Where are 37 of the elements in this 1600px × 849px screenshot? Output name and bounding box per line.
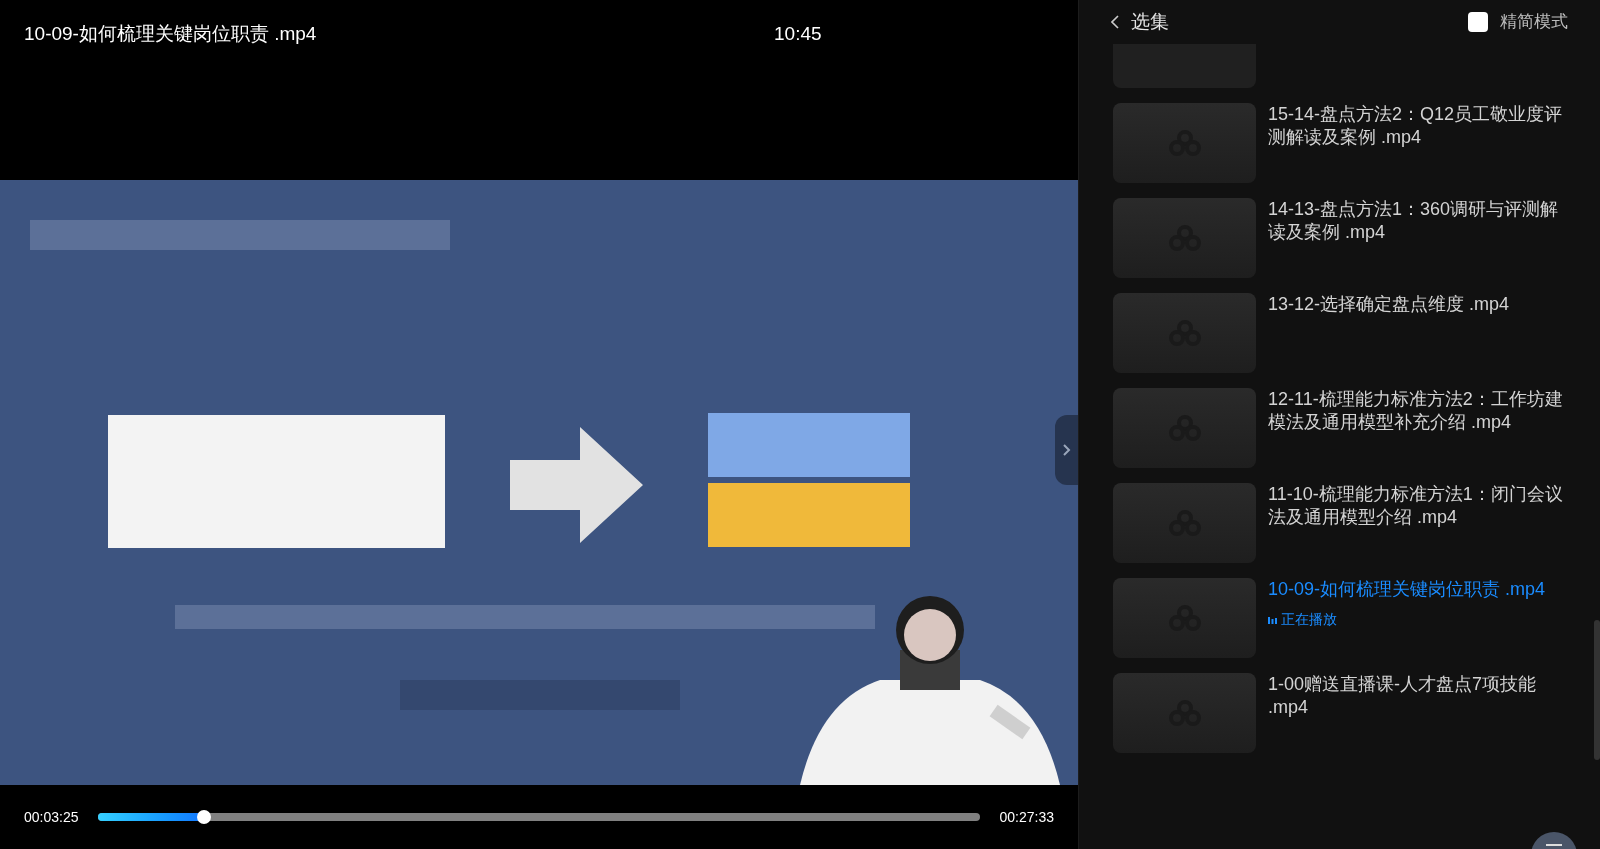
episode-item[interactable]: 11-10-梳理能力标准方法1：闭门会议法及通用模型介绍 .mp4 (1113, 483, 1576, 563)
video-thumbnail[interactable] (1113, 293, 1256, 373)
scrollbar[interactable] (1594, 620, 1600, 760)
episode-item[interactable]: 13-12-选择确定盘点维度 .mp4 (1113, 293, 1576, 373)
progress-thumb[interactable] (196, 810, 211, 824)
chevron-left-icon (1111, 15, 1119, 29)
checkbox[interactable] (1468, 12, 1488, 32)
video-thumbnail[interactable] (1113, 103, 1256, 183)
episode-title: 1-00赠送直播课-人才盘点7项技能 .mp4 (1268, 673, 1538, 719)
menu-icon (1546, 844, 1562, 847)
total-time: 00:27:33 (998, 808, 1054, 827)
episode-item[interactable]: 12-11-梳理能力标准方法2：工作坊建模法及通用模型补充介绍 .mp4 (1113, 388, 1576, 468)
episode-title: 15-14-盘点方法2：Q12员工敬业度评测解读及案例 .mp4 (1268, 103, 1564, 149)
video-thumbnail[interactable] (1113, 388, 1256, 468)
episode-item[interactable]: 15-14-盘点方法2：Q12员工敬业度评测解读及案例 .mp4 (1113, 103, 1576, 183)
back-button[interactable]: 选集 (1111, 7, 1169, 37)
episode-item[interactable]: 14-13-盘点方法1：360调研与评测解读及案例 .mp4 (1113, 198, 1576, 278)
now-playing-label: 正在播放 (1281, 610, 1337, 629)
playing-bars-icon (1268, 614, 1277, 624)
episode-title: 10-09-如何梳理关键岗位职责 .mp4 (1268, 578, 1546, 601)
elapsed-time: 00:03:25 (24, 808, 80, 827)
video-title: 10-09-如何梳理关键岗位职责 .mp4 (24, 22, 317, 46)
episode-item[interactable]: 10-09-如何梳理关键岗位职责 .mp4 正在播放 (1113, 578, 1576, 658)
progress-track[interactable] (98, 813, 980, 821)
episode-title: 12-11-梳理能力标准方法2：工作坊建模法及通用模型补充介绍 .mp4 (1268, 388, 1564, 434)
video-thumbnail[interactable] (1113, 483, 1256, 563)
episode-title: 14-13-盘点方法1：360调研与评测解读及案例 .mp4 (1268, 198, 1560, 244)
video-thumbnail[interactable] (1113, 673, 1256, 753)
checkbox-label: 精简模式 (1500, 11, 1568, 34)
episode-title: 11-10-梳理能力标准方法1：闭门会议法及通用模型介绍 .mp4 (1268, 483, 1564, 529)
episode-title: 13-12-选择确定盘点维度 .mp4 (1268, 293, 1510, 316)
clock-time: 10:45 (774, 22, 822, 46)
episode-item[interactable]: 1-00赠送直播课-人才盘点7项技能 .mp4 (1113, 673, 1576, 753)
video-thumbnail[interactable] (1113, 198, 1256, 278)
expand-sidebar-button[interactable] (1055, 415, 1078, 485)
video-thumbnail[interactable] (1113, 578, 1256, 658)
chevron-right-icon (1062, 444, 1071, 456)
